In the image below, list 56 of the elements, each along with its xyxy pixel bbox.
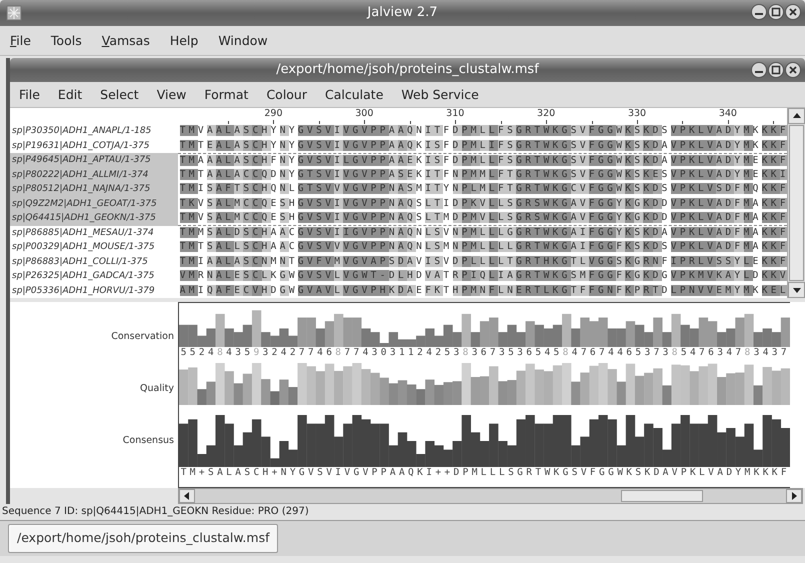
sequence-id[interactable]: sp|P80222|ADH1_ALLMI/1-374 — [10, 168, 178, 182]
annotation-label[interactable]: Consensus — [122, 434, 174, 448]
maximize-icon[interactable] — [768, 62, 784, 78]
menu-item[interactable]: Select — [91, 82, 148, 107]
menu-item[interactable]: Tools — [40, 26, 92, 55]
arrow-icon — [790, 492, 798, 500]
app-icon — [6, 5, 22, 21]
scroll-right-button[interactable] — [786, 489, 802, 503]
ruler-label: 340 — [718, 108, 737, 119]
menu-item[interactable]: Window — [208, 26, 278, 55]
menu-item[interactable]: File — [10, 82, 49, 107]
taskbar-button[interactable]: /export/home/jsoh/proteins_clustalw.msf — [8, 524, 278, 553]
close-icon[interactable] — [785, 62, 801, 78]
scrollbar-thumb[interactable] — [789, 125, 804, 281]
arrow-icon — [792, 286, 800, 294]
window-title: Jalview 2.7 — [367, 5, 438, 20]
menu-item[interactable]: File — [0, 26, 41, 55]
sequence-id[interactable]: sp|P86883|ADH1_COLLI/1-375 — [10, 254, 178, 269]
ruler-label: 300 — [355, 108, 374, 119]
sequence-id[interactable]: sp|P80512|ADH1_NAJNA/1-375 — [10, 182, 178, 196]
window-title: /export/home/jsoh/proteins_clustalw.msf — [276, 62, 539, 77]
scroll-left-button[interactable] — [179, 489, 195, 503]
arrow-icon — [792, 112, 800, 120]
ruler-label: 290 — [264, 108, 282, 119]
sequence-id[interactable]: sp|P05336|ADH1_HORVU/1-379 — [10, 284, 178, 298]
menu-item[interactable]: Help — [160, 26, 208, 55]
menu-item[interactable]: Edit — [48, 82, 92, 107]
scroll-down-button[interactable] — [788, 282, 805, 298]
close-icon[interactable] — [785, 4, 801, 20]
vertical-scrollbar[interactable] — [787, 108, 805, 298]
horizontal-scrollbar[interactable] — [178, 488, 803, 504]
sequence-id[interactable]: sp|Q9Z2M2|ADH1_GEOAT/1-375 — [10, 196, 178, 211]
ruler-label: 310 — [446, 108, 464, 119]
minimize-icon[interactable] — [751, 4, 767, 20]
ruler-label: 330 — [628, 108, 646, 119]
arrow-icon — [183, 492, 191, 500]
sequence-id[interactable]: sp|P26325|ADH1_GADCA/1-375 — [10, 269, 178, 284]
menu-item[interactable]: View — [148, 82, 196, 107]
sequence-id[interactable]: sp|Q64415|ADH1_GEOKN/1-375 — [10, 211, 178, 226]
menu-item[interactable]: Vamsas — [92, 26, 160, 55]
scroll-up-button[interactable] — [788, 108, 805, 124]
sequence-id[interactable]: sp|P00329|ADH1_MOUSE/1-375 — [10, 240, 178, 254]
sequence-id[interactable]: sp|P49645|ADH1_APTAU/1-375 — [10, 153, 178, 168]
menu-item[interactable]: Colour — [257, 82, 316, 107]
maximize-icon[interactable] — [768, 4, 784, 20]
menu-item[interactable]: Format — [195, 82, 258, 107]
sequence-id[interactable]: sp|P86885|ADH1_MESAU/1-374 — [10, 226, 178, 240]
ruler-label: 320 — [537, 108, 556, 119]
annotation-label[interactable]: Quality — [140, 382, 174, 396]
annotation-label[interactable]: Conservation — [111, 330, 174, 344]
sequence-id[interactable]: sp|P30350|ADH1_ANAPL/1-185 — [10, 124, 178, 138]
menu-item[interactable]: Web Service — [392, 82, 488, 107]
menu-item[interactable]: Calculate — [316, 82, 392, 107]
minimize-icon[interactable] — [751, 62, 767, 78]
scrollbar-thumb[interactable] — [620, 490, 704, 502]
sequence-id[interactable]: sp|P19631|ADH1_COTJA/1-375 — [10, 138, 178, 153]
